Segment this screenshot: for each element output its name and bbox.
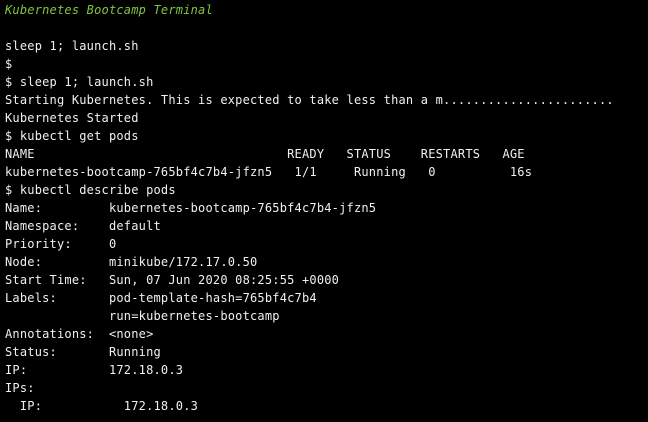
terminal-line: $ sleep 1; launch.sh	[5, 75, 154, 89]
terminal-line: run=kubernetes-bootcamp	[5, 309, 280, 323]
terminal-line: IP: 172.18.0.3	[5, 399, 199, 413]
terminal-line: $ kubectl get pods	[5, 129, 139, 143]
terminal-line: Annotations: <none>	[5, 327, 154, 341]
terminal-window[interactable]: Kubernetes Bootcamp Terminal sleep 1; la…	[0, 0, 648, 422]
terminal-line: Kubernetes Started	[5, 111, 139, 125]
terminal-line: $	[5, 57, 13, 71]
terminal-line: Starting Kubernetes. This is expected to…	[5, 93, 614, 107]
terminal-line: Namespace: default	[5, 219, 161, 233]
terminal-line: IP: 172.18.0.3	[5, 363, 184, 377]
terminal-line: NAME READY STATUS RESTARTS AGE	[5, 147, 525, 161]
terminal-line: Start Time: Sun, 07 Jun 2020 08:25:55 +0…	[5, 273, 340, 287]
terminal-line: Name: kubernetes-bootcamp-765bf4c7b4-jfz…	[5, 201, 377, 215]
terminal-line: Node: minikube/172.17.0.50	[5, 255, 258, 269]
terminal-line: $ kubectl describe pods	[5, 183, 176, 197]
terminal-line: sleep 1; launch.sh	[5, 39, 139, 53]
terminal-title: Kubernetes Bootcamp Terminal	[5, 3, 213, 17]
terminal-output: sleep 1; launch.sh $ $ sleep 1; launch.s…	[5, 37, 645, 415]
terminal-line: Priority: 0	[5, 237, 117, 251]
terminal-line: kubernetes-bootcamp-765bf4c7b4-jfzn5 1/1…	[5, 165, 533, 179]
terminal-line: IPs:	[5, 381, 35, 395]
terminal-line: Labels: pod-template-hash=765bf4c7b4	[5, 291, 317, 305]
terminal-line: Status: Running	[5, 345, 161, 359]
